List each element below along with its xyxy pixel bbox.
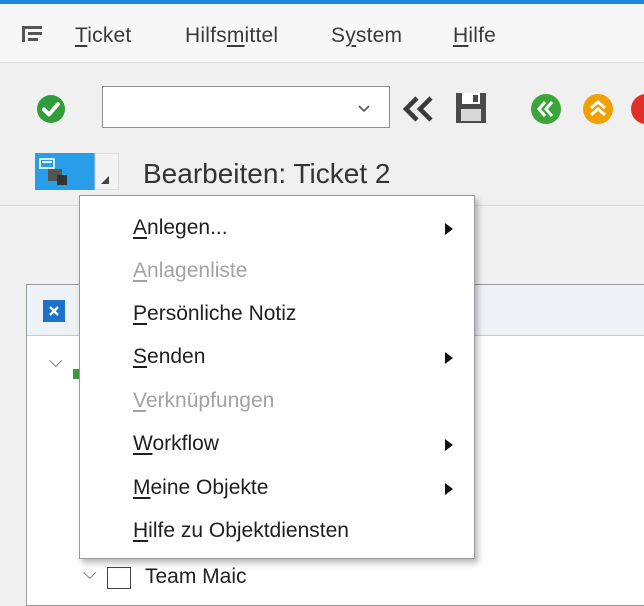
menu-item-mnemonic: S (133, 345, 148, 368)
menu-item-label: erknüpfungen (145, 389, 275, 412)
menu-ticket[interactable]: Ticket (75, 24, 131, 48)
page-title: Bearbeiten: Ticket 2 (143, 158, 391, 189)
menu-item-workflow[interactable]: Workflow (133, 432, 219, 456)
menu-item-meine-objekte[interactable]: Meine Objekte (133, 476, 268, 500)
menu-item-persoenliche-notiz[interactable]: Persönliche Notiz (133, 302, 296, 326)
submenu-arrow-icon (445, 439, 453, 451)
menu-item-label: enden (147, 345, 206, 368)
menu-item-mnemonic: A (133, 259, 148, 282)
menu-item-mnemonic: P (133, 302, 148, 325)
menu-item-label: nlagenliste (147, 259, 248, 282)
menu-item-mnemonic: A (133, 216, 148, 239)
menu-item-label: ilfe zu Objektdiensten (148, 519, 349, 542)
menu-hilfsmittel-label-pre: Hilfs (185, 24, 227, 47)
menu-bar: Ticket Hilfsmittel System Hilfe (0, 4, 644, 63)
menu-system-label-pre: S (331, 24, 346, 47)
menu-item-verknuepfungen: Verknüpfungen (133, 389, 274, 413)
menu-system-label: stem (355, 24, 403, 47)
tree-node-label: Team Maic (145, 565, 247, 588)
menu-toggle-icon[interactable] (22, 26, 42, 42)
submenu-arrow-icon (445, 483, 453, 495)
double-chevron-left-icon[interactable] (400, 94, 438, 124)
tree-node-checkbox[interactable] (107, 567, 131, 589)
menu-item-anlegen[interactable]: Anlegen... (133, 216, 228, 240)
menu-hilfsmittel-mnemonic: m (226, 24, 245, 47)
tree-expand-chevron-icon[interactable]: ⌵ (83, 563, 97, 584)
floppy-disk-icon[interactable] (454, 91, 488, 125)
menu-system-mnemonic: y (345, 24, 356, 47)
menu-ticket-label: icket (87, 24, 132, 47)
menu-item-mnemonic: M (133, 476, 151, 499)
menu-item-hilfe-zu-objektdiensten[interactable]: Hilfe zu Objektdiensten (133, 519, 349, 543)
menu-hilfe-mnemonic: H (453, 24, 469, 47)
chevron-down-icon[interactable] (354, 98, 374, 118)
menu-item-mnemonic: H (133, 519, 149, 542)
menu-item-mnemonic: V (133, 389, 146, 412)
menu-hilfe-label: ilfe (468, 24, 497, 47)
tree-expand-chevron-icon[interactable]: ⌵ (49, 351, 63, 372)
menu-item-label: orkflow (152, 432, 219, 455)
menu-hilfsmittel-label: ittel (244, 24, 279, 47)
object-services-icon[interactable] (35, 153, 119, 190)
submenu-arrow-icon (445, 352, 453, 364)
command-field[interactable] (102, 86, 390, 128)
menu-item-label: eine Objekte (150, 476, 269, 499)
double-chevron-left-round-icon[interactable] (530, 93, 562, 125)
checkmark-icon[interactable] (36, 94, 66, 124)
menu-item-label: ersönliche Notiz (147, 302, 297, 325)
menu-system[interactable]: System (331, 24, 402, 48)
standard-toolbar (0, 63, 644, 137)
menu-hilfe[interactable]: Hilfe (453, 24, 496, 48)
menu-item-anlagenliste: Anlagenliste (133, 259, 247, 283)
submenu-arrow-icon (445, 223, 453, 235)
double-chevron-up-round-icon[interactable] (582, 93, 614, 125)
menu-item-label: nlegen... (147, 216, 228, 239)
menu-ticket-mnemonic: T (75, 24, 88, 47)
menu-hilfsmittel[interactable]: Hilfsmittel (185, 24, 278, 48)
cancel-round-icon[interactable] (630, 93, 644, 125)
close-icon[interactable] (43, 300, 65, 322)
object-services-menu: Anlegen... Anlagenliste Persönliche Noti… (79, 195, 475, 559)
menu-item-mnemonic: W (133, 432, 153, 455)
menu-item-senden[interactable]: Senden (133, 345, 205, 369)
